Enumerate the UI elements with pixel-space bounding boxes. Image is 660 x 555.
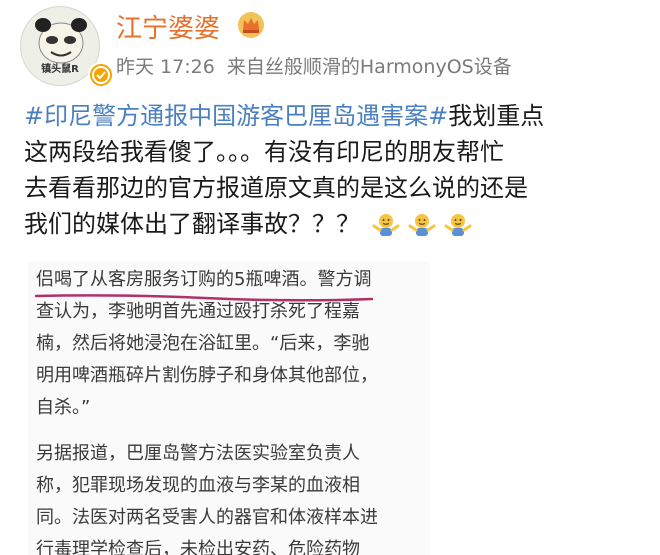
embed-line: 明用啤酒瓶碎片割伤脖子和身体其他部位， [36,365,378,386]
crown-icon [236,10,266,40]
emoji-row [372,211,472,239]
post-text-line1: 我划重点 [448,102,545,130]
author-name[interactable]: 江宁婆婆 [116,8,220,45]
avatar-container[interactable]: 镇头鼠R [20,6,114,88]
post-text-line4: 我们的媒体出了翻译事故？？？ [24,210,360,238]
embedded-screenshot[interactable]: 侣喝了从客房服务订购的5瓶啤酒。警方调 查认为，李驰明首先通过殴打杀死了程嘉 楠… [28,262,430,555]
shrug-emoji-icon [372,214,400,236]
post-text-line3: 去看看那边的官方报道原文真的是这么说的还是 [24,174,528,202]
post-time: 昨天 17:26 [116,56,215,78]
embed-line: 称，犯罪现场发现的血液与李某的血液相 [36,475,360,496]
post-body: #印尼警方通报中国游客巴厘岛遇害案#我划重点 这两段给我看傻了。。。有没有印尼的… [24,98,644,242]
hashtag-link[interactable]: #印尼警方通报中国游客巴厘岛遇害案# [24,102,448,130]
embed-line: 楠，然后将她浸泡在浴缸里。“后来，李驰 [36,333,370,354]
post-meta: 昨天 17:26 来自丝般顺滑的HarmonyOS设备 [116,52,512,79]
post-source[interactable]: 来自丝般顺滑的HarmonyOS设备 [227,56,512,78]
embed-paragraph-2: 另据报道，巴厘岛警方法医实验室负责人 称，犯罪现场发现的血液与李某的血液相 同。… [36,438,428,555]
shrug-emoji-icon [408,214,436,236]
verified-badge-icon [88,62,114,88]
embed-line: 自杀。” [36,397,91,418]
embed-line: 查认为，李驰明首先通过殴打杀死了程嘉 [36,301,360,322]
embed-line: 侣喝了从客房服务订购的5瓶啤酒。警方调 [36,269,372,290]
shrug-emoji-icon [444,214,472,236]
embed-line: 行毒理学检查后，未检出安药、危险药物 [36,539,360,555]
embed-paragraph-1: 侣喝了从客房服务订购的5瓶啤酒。警方调 查认为，李驰明首先通过殴打杀死了程嘉 楠… [36,264,428,424]
post-text-line2: 这两段给我看傻了。。。有没有印尼的朋友帮忙 [24,138,504,166]
embed-line: 另据报道，巴厘岛警方法医实验室负责人 [36,443,360,464]
embed-line: 同。法医对两名受害人的器官和体液样本进 [36,507,378,528]
